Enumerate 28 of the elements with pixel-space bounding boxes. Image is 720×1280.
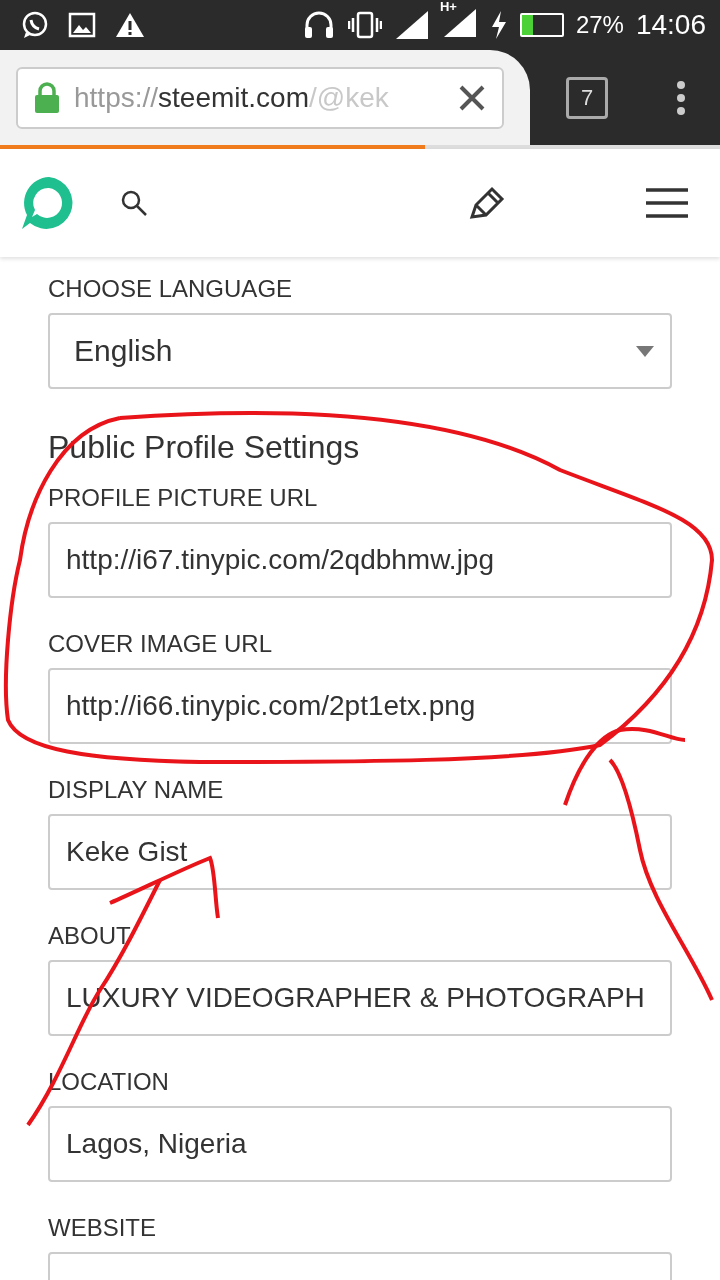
field-label: PROFILE PICTURE URL <box>48 484 319 512</box>
field-label: DISPLAY NAME <box>48 776 225 804</box>
more-icon[interactable] <box>676 80 686 115</box>
battery-icon <box>519 13 564 37</box>
battery-percent: 27% <box>575 11 624 39</box>
text-field[interactable]: http://i67.tinypic.com/2qdbhmw.jpg <box>48 522 672 598</box>
lock-icon <box>34 81 60 114</box>
vibrate-icon <box>347 10 382 40</box>
menu-icon[interactable] <box>646 187 688 219</box>
field-label: CHOOSE LANGUAGE <box>48 275 294 303</box>
charging-icon <box>489 10 508 40</box>
warning-icon <box>114 11 146 39</box>
chat-icon <box>20 10 50 40</box>
pencil-icon[interactable] <box>468 185 506 221</box>
network-type: H+ <box>439 0 457 14</box>
language-select[interactable]: English <box>48 313 672 389</box>
field-label: ABOUT <box>48 922 132 950</box>
tab-switcher[interactable]: 7 <box>566 76 608 119</box>
image-icon <box>68 12 96 38</box>
field-label: COVER IMAGE URL <box>48 630 274 658</box>
clock: 14:06 <box>635 9 706 41</box>
search-icon[interactable] <box>120 189 148 217</box>
text-field[interactable]: Keke Gist <box>48 814 672 890</box>
close-icon[interactable] <box>458 83 486 112</box>
text-field[interactable]: Lagos, Nigeria <box>48 1106 672 1182</box>
field-label: WEBSITE <box>48 1214 157 1242</box>
caret-icon <box>636 345 654 357</box>
text-field[interactable]: http://i66.tinypic.com/2pt1etx.png <box>48 668 672 744</box>
